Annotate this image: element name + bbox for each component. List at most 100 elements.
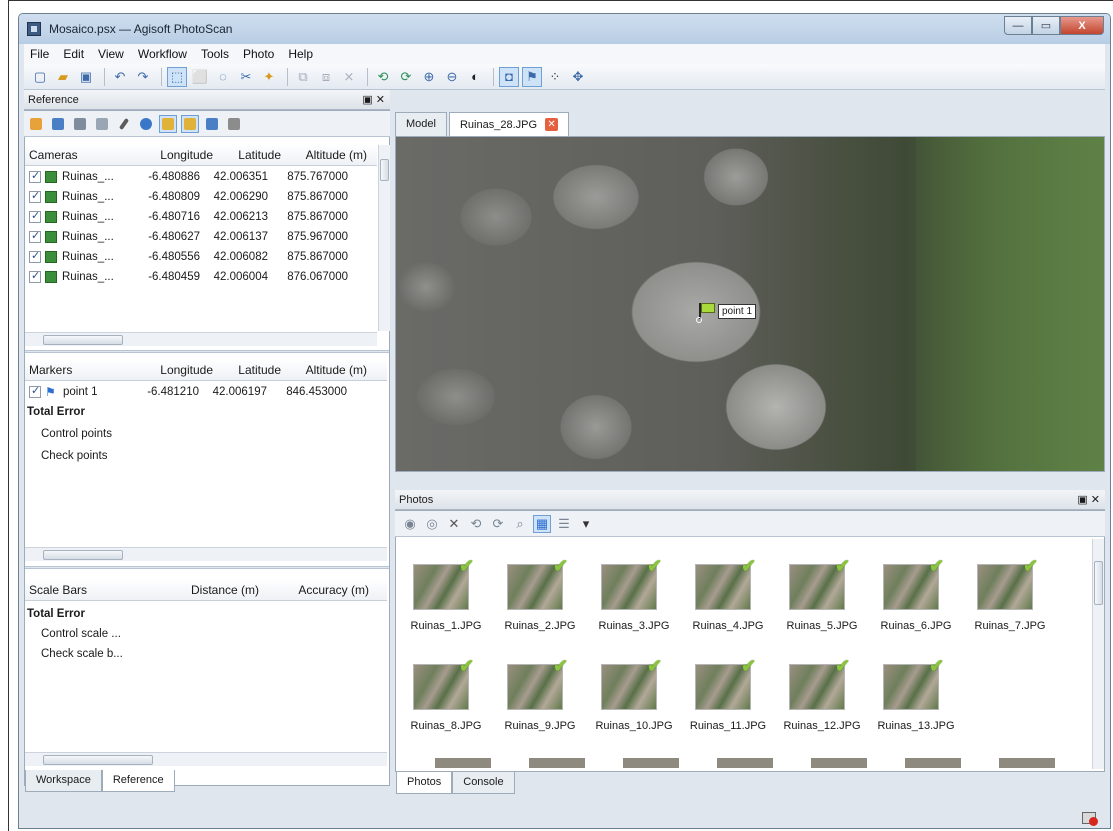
edit-pencil-icon[interactable] bbox=[115, 115, 133, 133]
marker-row[interactable]: ⚑ point 1 -6.481210 42.006197 846.453000 bbox=[25, 382, 347, 402]
camera-row[interactable]: Ruinas_... -6.480459 42.006004 876.06700… bbox=[25, 267, 348, 287]
col-altitude[interactable]: Altitude (m) bbox=[281, 148, 367, 162]
camera-row[interactable]: Ruinas_... -6.480556 42.006082 875.86700… bbox=[25, 247, 348, 267]
col-cameras[interactable]: Cameras bbox=[25, 148, 137, 162]
brightness-icon[interactable]: ◐ bbox=[465, 67, 485, 87]
show-points-icon[interactable]: ⁘ bbox=[545, 67, 565, 87]
menu-tools[interactable]: Tools bbox=[201, 47, 229, 61]
disable-camera-icon[interactable]: ◎ bbox=[423, 515, 441, 533]
enable-camera-icon[interactable]: ◉ bbox=[401, 515, 419, 533]
clear-selection-icon[interactable]: ⨯ bbox=[339, 67, 359, 87]
camera-row[interactable]: Ruinas_... -6.480809 42.006290 875.86700… bbox=[25, 187, 348, 207]
photo-thumbnail[interactable]: ✔ Ruinas_3.JPG bbox=[589, 556, 679, 646]
new-file-icon[interactable]: ▢ bbox=[30, 67, 50, 87]
rectangle-select-icon[interactable]: ⬜ bbox=[190, 67, 210, 87]
open-folder-icon[interactable]: ▰ bbox=[53, 67, 73, 87]
menu-edit[interactable]: Edit bbox=[63, 47, 84, 61]
menu-workflow[interactable]: Workflow bbox=[138, 47, 187, 61]
photo-thumbnail[interactable]: ✔ Ruinas_12.JPG bbox=[777, 656, 867, 746]
thumbnail-view-icon[interactable]: ▦ bbox=[533, 514, 551, 533]
scrollbar-thumb[interactable] bbox=[380, 159, 389, 181]
scale-bars-horizontal-scrollbar[interactable] bbox=[25, 752, 387, 766]
tab-photos[interactable]: Photos bbox=[396, 772, 453, 794]
photo-thumbnail[interactable]: ✔ Ruinas_6.JPG bbox=[871, 556, 961, 646]
view-estimated-icon[interactable] bbox=[181, 114, 199, 133]
tab-photo[interactable]: Ruinas_28.JPG ✕ bbox=[448, 112, 570, 136]
col-scale-bars[interactable]: Scale Bars bbox=[25, 583, 149, 597]
camera-row[interactable]: Ruinas_... -6.480886 42.006351 875.76700… bbox=[25, 167, 348, 187]
col-latitude[interactable]: Latitude bbox=[213, 148, 281, 162]
menu-help[interactable]: Help bbox=[288, 47, 313, 61]
view-source-icon[interactable] bbox=[159, 114, 177, 133]
export-icon[interactable] bbox=[49, 115, 67, 133]
menu-photo[interactable]: Photo bbox=[243, 47, 274, 61]
camera-row[interactable]: Ruinas_... -6.480627 42.006137 875.96700… bbox=[25, 227, 348, 247]
marker-point-1[interactable]: point 1 bbox=[696, 303, 757, 323]
photo-thumbnail[interactable]: ✔ Ruinas_2.JPG bbox=[495, 556, 585, 646]
notification-icon[interactable] bbox=[1082, 812, 1098, 826]
show-masks-icon[interactable]: ◘ bbox=[499, 66, 519, 87]
undo-icon[interactable]: ↶ bbox=[110, 67, 130, 87]
scrollbar-thumb[interactable] bbox=[43, 550, 123, 560]
camera-checkbox[interactable] bbox=[29, 269, 41, 283]
settings-table-icon[interactable] bbox=[71, 115, 89, 133]
scrollbar-thumb[interactable] bbox=[43, 755, 153, 765]
rotate-left-photo-icon[interactable]: ⟲ bbox=[467, 515, 485, 533]
photo-thumbnail[interactable]: ✔ Ruinas_4.JPG bbox=[683, 556, 773, 646]
convert-icon[interactable] bbox=[93, 115, 111, 133]
marker-checkbox[interactable] bbox=[29, 384, 41, 398]
move-icon[interactable]: ✥ bbox=[568, 67, 588, 87]
col-longitude[interactable]: Longitude bbox=[137, 148, 213, 162]
remove-camera-icon[interactable]: ✕ bbox=[445, 515, 463, 533]
col-marker-latitude[interactable]: Latitude bbox=[213, 363, 281, 377]
camera-checkbox[interactable] bbox=[29, 169, 41, 183]
tab-model[interactable]: Model bbox=[395, 112, 447, 136]
tab-console[interactable]: Console bbox=[452, 772, 515, 794]
col-markers[interactable]: Markers bbox=[25, 363, 137, 377]
panel-float-close-icon[interactable]: ▣ ✕ bbox=[362, 90, 385, 110]
control-points-label[interactable]: Control points bbox=[25, 424, 112, 444]
close-tab-icon[interactable]: ✕ bbox=[545, 118, 559, 131]
add-selection-icon[interactable]: ⧉ bbox=[293, 67, 313, 87]
photo-thumbnail[interactable]: ✔ Ruinas_5.JPG bbox=[777, 556, 867, 646]
list-view-icon[interactable]: ☰ bbox=[555, 515, 573, 533]
check-scale-label[interactable]: Check scale b... bbox=[25, 644, 123, 664]
photos-float-close-icon[interactable]: ▣ ✕ bbox=[1077, 490, 1100, 510]
minimize-button[interactable]: — bbox=[1004, 16, 1032, 35]
camera-checkbox[interactable] bbox=[29, 209, 41, 223]
cameras-vertical-scrollbar[interactable] bbox=[378, 145, 390, 331]
scrollbar-thumb[interactable] bbox=[1094, 561, 1103, 605]
navigation-icon[interactable]: ⬚ bbox=[167, 66, 187, 87]
zoom-in-icon[interactable]: ⊕ bbox=[419, 67, 439, 87]
redo-icon[interactable]: ↷ bbox=[133, 67, 153, 87]
camera-checkbox[interactable] bbox=[29, 229, 41, 243]
photos-vertical-scrollbar[interactable] bbox=[1092, 539, 1104, 769]
import-icon[interactable] bbox=[27, 115, 45, 133]
photo-thumbnail[interactable]: ✔ Ruinas_9.JPG bbox=[495, 656, 585, 746]
col-accuracy[interactable]: Accuracy (m) bbox=[259, 583, 369, 597]
photo-thumbnail[interactable]: ✔ Ruinas_1.JPG bbox=[401, 556, 491, 646]
scrollbar-thumb[interactable] bbox=[43, 335, 123, 345]
close-button[interactable]: X bbox=[1060, 16, 1104, 35]
lasso-select-icon[interactable]: ◌ bbox=[213, 67, 233, 87]
camera-checkbox[interactable] bbox=[29, 189, 41, 203]
photo-thumbnail[interactable]: ✔ Ruinas_8.JPG bbox=[401, 656, 491, 746]
rotate-right-photo-icon[interactable]: ⟳ bbox=[489, 515, 507, 533]
camera-row[interactable]: Ruinas_... -6.480716 42.006213 875.86700… bbox=[25, 207, 348, 227]
col-marker-longitude[interactable]: Longitude bbox=[137, 363, 213, 377]
menu-file[interactable]: File bbox=[30, 47, 49, 61]
rotate-right-icon[interactable]: ⟳ bbox=[396, 67, 416, 87]
zoom-out-icon[interactable]: ⊖ bbox=[442, 67, 462, 87]
rotate-left-icon[interactable]: ⟲ bbox=[373, 67, 393, 87]
view-errors-icon[interactable] bbox=[203, 115, 221, 133]
camera-checkbox[interactable] bbox=[29, 249, 41, 263]
control-scale-label[interactable]: Control scale ... bbox=[25, 624, 121, 644]
maximize-button[interactable]: ▭ bbox=[1032, 16, 1060, 35]
tools-icon[interactable] bbox=[225, 115, 243, 133]
check-points-label[interactable]: Check points bbox=[25, 446, 107, 466]
filter-photos-icon[interactable]: ⌕ bbox=[511, 515, 529, 533]
title-bar[interactable]: Mosaico.psx — Agisoft PhotoScan — ▭ X bbox=[19, 14, 1110, 44]
photo-thumbnail[interactable]: ✔ Ruinas_10.JPG bbox=[589, 656, 679, 746]
magic-wand-icon[interactable]: ✦ bbox=[259, 67, 279, 87]
tab-workspace[interactable]: Workspace bbox=[25, 770, 102, 792]
